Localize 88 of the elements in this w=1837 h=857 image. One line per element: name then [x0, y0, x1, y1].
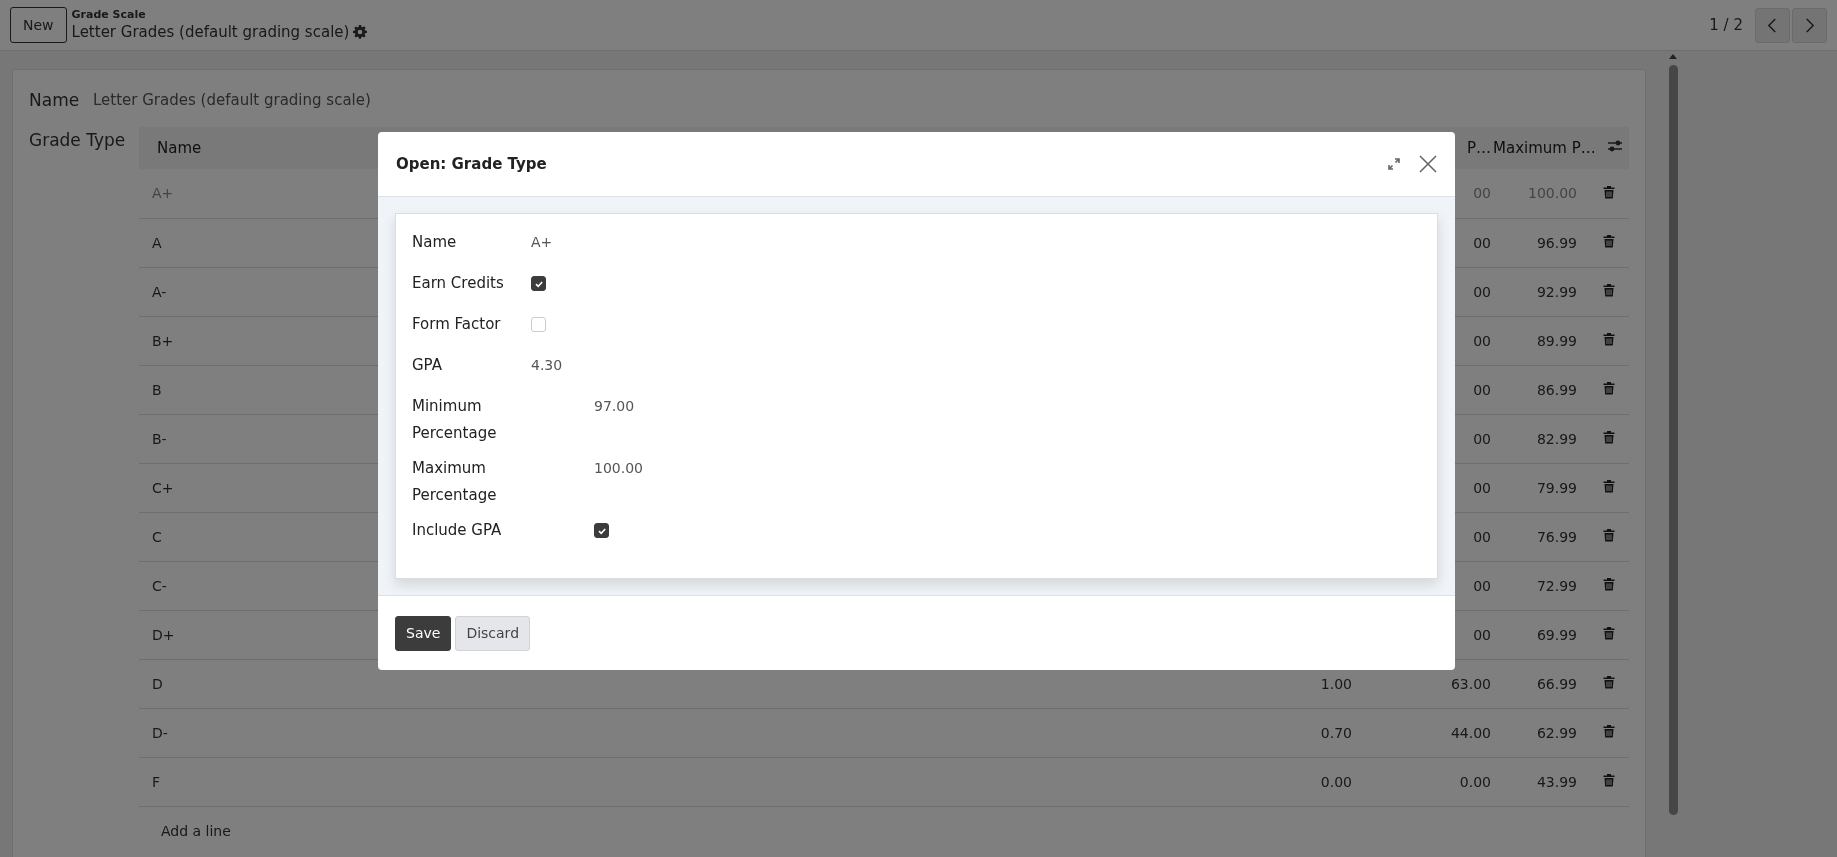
table-cell: D-	[152, 724, 168, 741]
table-cell: 00	[1473, 430, 1491, 447]
column-header[interactable]: Maximum P…	[1493, 139, 1596, 157]
trash-icon[interactable]	[1603, 479, 1615, 493]
field-value: A+	[531, 233, 553, 252]
trash-icon[interactable]	[1603, 773, 1615, 787]
table-cell: 00	[1473, 626, 1491, 643]
table-cell: 0.70	[1320, 724, 1352, 741]
field-label: GPA	[412, 355, 443, 376]
settings-icon[interactable]	[353, 25, 368, 39]
record-title: Letter Grades (default grading scale)	[71, 22, 350, 42]
table-cell: 00	[1473, 332, 1491, 349]
field-value: 4.30	[531, 356, 563, 375]
expand-icon[interactable]	[1387, 157, 1401, 171]
trash-icon[interactable]	[1603, 283, 1615, 297]
table-cell: 63.00	[1450, 675, 1491, 692]
chevron-left-icon	[1767, 17, 1778, 33]
table-cell: F	[152, 773, 161, 790]
dialog-title: Open: Grade Type	[396, 155, 547, 173]
chevron-right-icon	[1804, 17, 1815, 33]
table-cell: 00	[1473, 528, 1491, 545]
table-cell: 00	[1473, 577, 1491, 594]
table-cell: 86.99	[1536, 381, 1577, 398]
breadcrumb-link[interactable]: Grade Scale	[71, 8, 368, 22]
table-cell: 79.99	[1536, 479, 1577, 496]
trash-icon[interactable]	[1603, 234, 1615, 248]
table-cell: D	[152, 675, 163, 692]
field-value: 97.00	[594, 397, 635, 416]
field-value: Letter Grades (default grading scale)	[93, 91, 371, 109]
column-settings-icon[interactable]	[1607, 139, 1623, 153]
column-header[interactable]: P…	[1466, 139, 1491, 157]
field-label: Name	[29, 90, 81, 110]
pager-value: 1 / 2	[1709, 16, 1743, 34]
table-cell: 00	[1473, 234, 1491, 251]
trash-icon[interactable]	[1603, 626, 1615, 640]
table-cell: B-	[152, 430, 167, 447]
table-cell: 0.00	[1459, 773, 1491, 790]
trash-icon[interactable]	[1603, 675, 1615, 689]
new-button[interactable]: New	[10, 7, 67, 43]
discard-button[interactable]: Discard	[455, 615, 530, 651]
field-label: Minimum Percentage	[412, 396, 498, 444]
table-cell: 00	[1473, 283, 1491, 300]
table-cell: 00	[1473, 479, 1491, 496]
table-cell: B+	[152, 332, 174, 349]
table-cell: 00	[1473, 185, 1491, 202]
table-cell: 62.99	[1536, 724, 1577, 741]
trash-icon[interactable]	[1603, 430, 1615, 444]
table-cell: 96.99	[1536, 234, 1577, 251]
field-label: Include GPA	[412, 520, 503, 541]
trash-icon[interactable]	[1603, 577, 1615, 591]
table-cell: B	[152, 381, 162, 398]
trash-icon[interactable]	[1603, 724, 1615, 738]
table-cell: C	[152, 528, 162, 545]
table-cell: A+	[152, 185, 174, 202]
trash-icon[interactable]	[1603, 184, 1615, 199]
table-cell: 43.99	[1536, 773, 1577, 790]
checkbox[interactable]	[594, 523, 609, 538]
table-cell: 44.00	[1450, 724, 1491, 741]
table-cell: 0.00	[1320, 773, 1352, 790]
field-label: Maximum Percentage	[412, 458, 498, 506]
table-cell: 89.99	[1536, 332, 1577, 349]
table-cell: 92.99	[1536, 283, 1577, 300]
table-cell: D+	[152, 626, 175, 643]
field-label: Grade Type	[29, 129, 127, 152]
field-label: Name	[412, 232, 458, 253]
trash-icon[interactable]	[1603, 381, 1615, 395]
table-cell: 00	[1473, 381, 1491, 398]
table-cell: A-	[152, 283, 167, 300]
close-icon[interactable]	[1419, 155, 1437, 173]
field-value: 100.00	[594, 459, 643, 478]
field-label: Earn Credits	[412, 273, 505, 294]
table-cell: 1.00	[1320, 675, 1352, 692]
table-cell: C-	[152, 577, 167, 594]
field-label: Form Factor	[412, 314, 502, 335]
trash-icon[interactable]	[1603, 332, 1615, 346]
table-cell: 100.00	[1528, 185, 1577, 202]
table-cell: 72.99	[1536, 577, 1577, 594]
checkbox[interactable]	[531, 276, 546, 291]
trash-icon[interactable]	[1603, 528, 1615, 542]
table-cell: 82.99	[1536, 430, 1577, 447]
table-cell: 66.99	[1536, 675, 1577, 692]
column-header[interactable]: Name	[157, 139, 202, 157]
table-cell: C+	[152, 479, 174, 496]
add-line-link[interactable]: Add a line	[161, 822, 231, 839]
table-cell: A	[152, 234, 162, 251]
table-cell: 76.99	[1536, 528, 1577, 545]
save-button[interactable]: Save	[395, 615, 452, 651]
table-cell: 69.99	[1536, 626, 1577, 643]
